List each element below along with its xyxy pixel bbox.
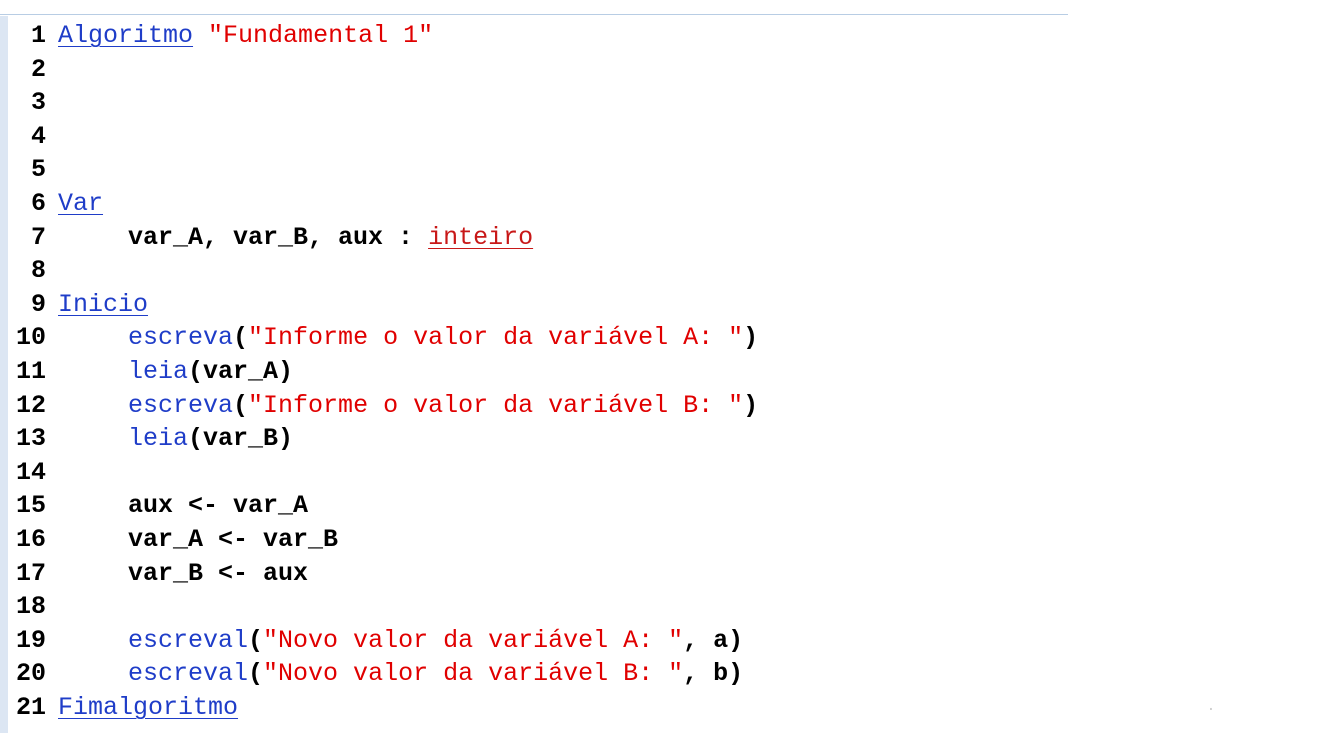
string-token: "Informe o valor da variável B: " bbox=[248, 390, 744, 420]
line-content: var_A, var_B, aux : inteiro bbox=[58, 221, 533, 255]
code-line[interactable]: 4 bbox=[8, 120, 1068, 154]
code-area[interactable]: 1 Algoritmo "Fundamental 1" 2 3 4 5 6 Var 7 var_A… bbox=[8, 19, 1068, 724]
code-line[interactable]: 20 escreval("Novo valor da variável B: ",… bbox=[8, 657, 1068, 691]
code-line[interactable]: 6 Var bbox=[8, 187, 1068, 221]
code-token: ) bbox=[743, 390, 759, 420]
code-line[interactable]: 14 bbox=[8, 456, 1068, 490]
line-number: 11 bbox=[15, 356, 46, 386]
line-number: 2 bbox=[30, 54, 46, 84]
line-content: leia(var_A) bbox=[58, 355, 293, 389]
string-token: "Novo valor da variável A: " bbox=[263, 625, 684, 655]
code-line[interactable]: 9 Inicio bbox=[8, 288, 1068, 322]
code-token: ( bbox=[248, 659, 264, 689]
line-content: Var bbox=[58, 187, 103, 221]
string-token: "Fundamental 1" bbox=[208, 21, 434, 50]
editor-gutter bbox=[0, 16, 8, 733]
line-number: 8 bbox=[30, 256, 46, 286]
code-line[interactable]: 1 Algoritmo "Fundamental 1" bbox=[8, 19, 1068, 53]
code-line[interactable]: 13 leia(var_B) bbox=[8, 422, 1068, 456]
function-token: leia bbox=[128, 356, 189, 386]
line-number: 6 bbox=[30, 188, 46, 218]
code-line[interactable]: 11 leia(var_A) bbox=[8, 355, 1068, 389]
keyword-token: Fimalgoritmo bbox=[58, 692, 239, 722]
function-token: escreval bbox=[128, 659, 249, 689]
line-number: 15 bbox=[15, 491, 46, 521]
line-content: Algoritmo "Fundamental 1" bbox=[58, 19, 433, 53]
code-token: (var_B) bbox=[188, 424, 294, 454]
line-content: var_B <- aux bbox=[58, 557, 308, 591]
line-number: 4 bbox=[30, 121, 46, 151]
function-token: escreva bbox=[128, 390, 234, 420]
line-content: escreval("Novo valor da variável B: ", b… bbox=[58, 657, 743, 691]
code-line[interactable]: 8 bbox=[8, 254, 1068, 288]
line-number: 19 bbox=[15, 625, 46, 655]
line-content: escreva("Informe o valor da variável B: … bbox=[58, 389, 758, 423]
code-token: , a) bbox=[683, 625, 744, 655]
code-token: var_B <- aux bbox=[128, 558, 309, 588]
code-line[interactable]: 3 bbox=[8, 86, 1068, 120]
line-content: var_A <- var_B bbox=[58, 523, 338, 557]
line-content: escreval("Novo valor da variável A: ", a… bbox=[58, 624, 743, 658]
string-token: "Informe o valor da variável A: " bbox=[248, 323, 744, 353]
line-number: 5 bbox=[30, 155, 46, 185]
keyword-token: Algoritmo bbox=[58, 21, 194, 50]
line-number: 20 bbox=[15, 659, 46, 689]
type-token: inteiro bbox=[428, 222, 534, 252]
code-token: ( bbox=[233, 323, 249, 353]
line-number: 12 bbox=[15, 390, 46, 420]
string-token: "Novo valor da variável B: " bbox=[263, 659, 684, 689]
code-token: var_A <- var_B bbox=[128, 524, 339, 554]
keyword-token: Var bbox=[58, 188, 104, 218]
line-number: 14 bbox=[15, 457, 46, 487]
code-line[interactable]: 17 var_B <- aux bbox=[8, 557, 1068, 591]
code-line[interactable]: 10 escreva("Informe o valor da variável A… bbox=[8, 321, 1068, 355]
code-line[interactable]: 21 Fimalgoritmo bbox=[8, 691, 1068, 725]
code-line[interactable]: 18 bbox=[8, 590, 1068, 624]
function-token: leia bbox=[128, 424, 189, 454]
code-editor[interactable]: 1 Algoritmo "Fundamental 1" 2 3 4 5 6 Var 7 var_A… bbox=[0, 0, 1330, 733]
line-content: escreva("Informe o valor da variável A: … bbox=[58, 321, 758, 355]
line-number: 9 bbox=[30, 289, 46, 319]
line-number: 1 bbox=[30, 21, 46, 50]
editor-top-border bbox=[0, 14, 1068, 15]
line-number: 21 bbox=[15, 692, 46, 722]
code-token: (var_A) bbox=[188, 356, 294, 386]
code-token: ) bbox=[743, 323, 759, 353]
code-line[interactable]: 12 escreva("Informe o valor da variável B… bbox=[8, 389, 1068, 423]
keyword-token: Inicio bbox=[58, 289, 149, 319]
code-token: var_A, var_B, aux : bbox=[128, 222, 429, 252]
line-number: 18 bbox=[15, 592, 46, 622]
line-number: 16 bbox=[15, 524, 46, 554]
line-number: 7 bbox=[30, 222, 46, 252]
line-content: Fimalgoritmo bbox=[58, 691, 238, 725]
corner-mark-icon: . bbox=[1206, 699, 1216, 715]
line-number: 10 bbox=[15, 323, 46, 353]
line-content: aux <- var_A bbox=[58, 489, 308, 523]
line-content: leia(var_B) bbox=[58, 422, 293, 456]
function-token: escreval bbox=[128, 625, 249, 655]
line-number: 13 bbox=[15, 424, 46, 454]
code-token: ( bbox=[233, 390, 249, 420]
code-line[interactable]: 15 aux <- var_A bbox=[8, 489, 1068, 523]
code-line[interactable]: 5 bbox=[8, 153, 1068, 187]
code-line[interactable]: 2 bbox=[8, 53, 1068, 87]
code-token: , b) bbox=[683, 659, 744, 689]
code-token: ( bbox=[248, 625, 264, 655]
function-token: escreva bbox=[128, 323, 234, 353]
line-number: 3 bbox=[30, 88, 46, 118]
line-content: Inicio bbox=[58, 288, 148, 322]
code-line[interactable]: 16 var_A <- var_B bbox=[8, 523, 1068, 557]
line-number: 17 bbox=[15, 558, 46, 588]
code-line[interactable]: 7 var_A, var_B, aux : inteiro bbox=[8, 221, 1068, 255]
code-line[interactable]: 19 escreval("Novo valor da variável A: ",… bbox=[8, 624, 1068, 658]
code-token: aux <- var_A bbox=[128, 491, 309, 521]
